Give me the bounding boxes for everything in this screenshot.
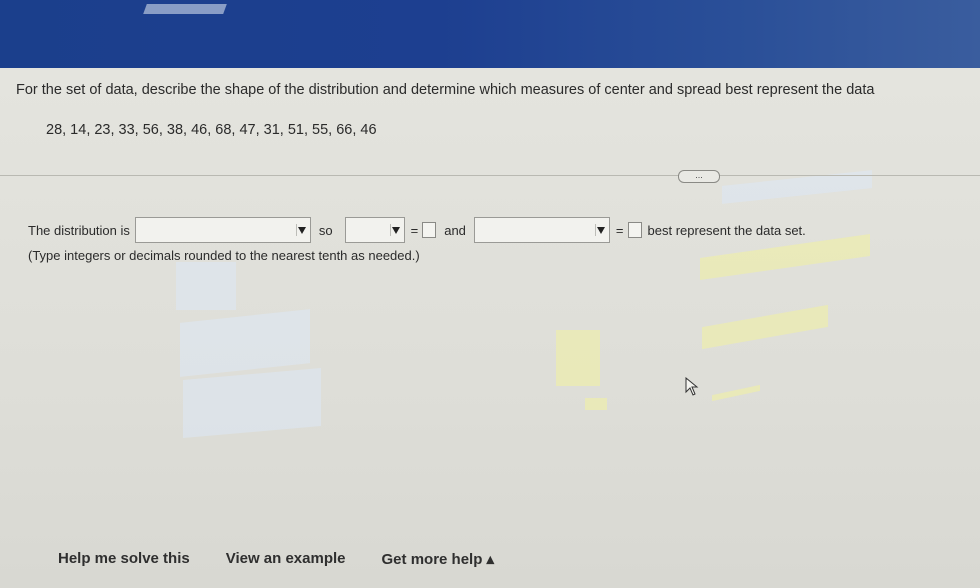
screen-glare (183, 367, 321, 439)
answer-row: The distribution is so = and = best repr… (28, 216, 806, 244)
spread-measure-dropdown[interactable] (473, 217, 610, 243)
center-measure-dropdown[interactable] (344, 217, 405, 243)
chevron-down-icon (594, 224, 606, 236)
expand-button[interactable]: ... (678, 170, 720, 183)
screen-glare (585, 398, 607, 410)
help-bar: Help me solve this View an example Get m… (58, 550, 530, 568)
answer-lead-text: The distribution is (28, 222, 130, 238)
spread-value-input[interactable] (627, 222, 642, 238)
question-panel (0, 68, 980, 588)
answer-so-text: so (318, 222, 333, 238)
section-divider (0, 175, 980, 176)
center-value-input[interactable] (422, 222, 437, 238)
shape-dropdown[interactable] (134, 217, 311, 243)
mouse-cursor-icon (685, 377, 699, 396)
equals-sign: = (615, 222, 624, 238)
question-prompt: For the set of data, describe the shape … (16, 82, 875, 98)
chevron-down-icon (389, 224, 401, 236)
data-values: 28, 14, 23, 33, 56, 38, 46, 68, 47, 31, … (46, 122, 377, 138)
screen-glare (143, 4, 227, 14)
help-me-solve-button[interactable]: Help me solve this (58, 550, 190, 568)
chevron-down-icon (295, 224, 307, 236)
window-header-band (0, 0, 980, 68)
get-more-help-button[interactable]: Get more help ▴ (382, 550, 495, 568)
view-example-button[interactable]: View an example (226, 550, 346, 568)
equals-sign: = (410, 222, 419, 238)
answer-tail-text: best represent the data set. (647, 222, 806, 238)
answer-hint: (Type integers or decimals rounded to th… (28, 248, 420, 263)
screen-glare (556, 330, 600, 386)
screen-glare (176, 262, 236, 310)
answer-and-text: and (444, 222, 466, 238)
